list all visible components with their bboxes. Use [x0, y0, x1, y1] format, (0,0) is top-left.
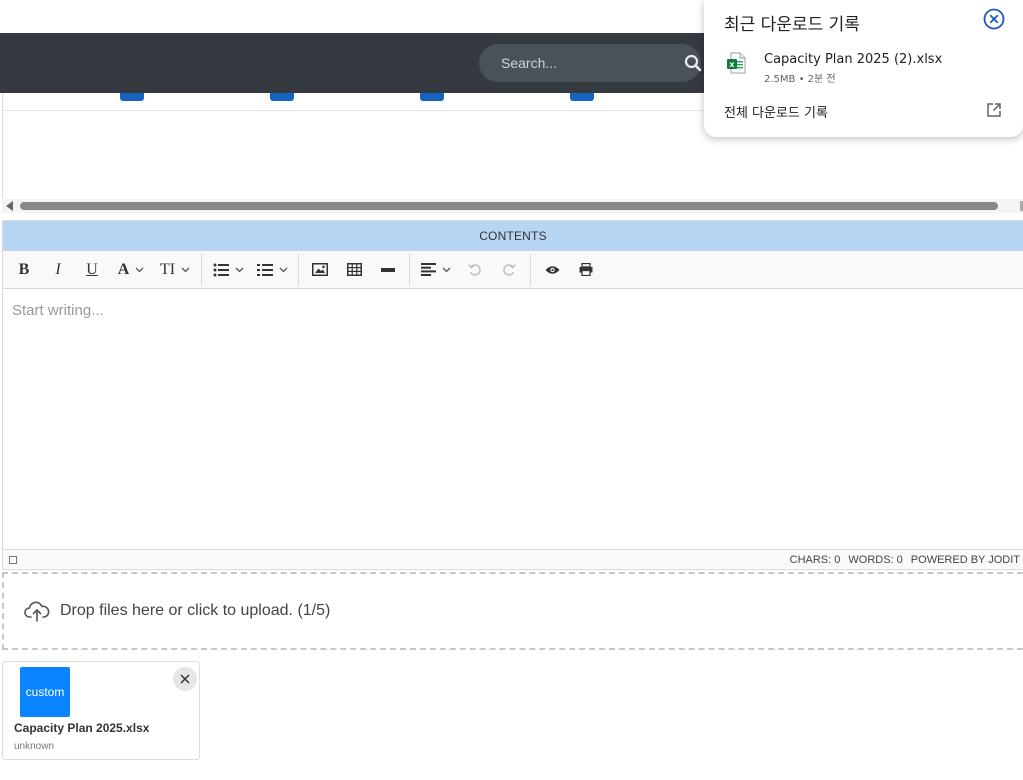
download-file-meta: 2.5MB • 2분 전 — [764, 74, 836, 85]
undo-button[interactable] — [458, 255, 492, 285]
words-count: WORDS: 0 — [848, 553, 903, 566]
toolbar-separator — [298, 253, 299, 286]
uploaded-file-card: custom Capacity Plan 2025.xlsx unknown — [2, 661, 200, 760]
font-size-icon: TI — [159, 260, 176, 278]
preview-button[interactable] — [535, 255, 569, 285]
horizontal-rule-icon — [381, 267, 395, 272]
chevron-down-icon — [135, 267, 144, 272]
all-downloads-link[interactable]: 전체 다운로드 기록 — [724, 102, 828, 121]
chars-count: CHARS: 0 — [789, 553, 841, 566]
toolbar-separator — [201, 253, 202, 286]
scrollbar-thumb[interactable] — [20, 202, 998, 210]
source-toggle-icon[interactable] — [9, 555, 17, 564]
underline-icon: U — [86, 260, 98, 278]
chevron-down-icon — [235, 267, 243, 272]
open-external-icon[interactable] — [986, 102, 1002, 118]
search-input[interactable] — [499, 54, 684, 72]
redo-icon — [503, 263, 516, 276]
downloads-popup: 최근 다운로드 기록 x Capacity Plan 2025 (2).xlsx… — [704, 0, 1023, 137]
align-left-icon — [421, 263, 436, 276]
print-button[interactable] — [569, 255, 603, 285]
close-icon[interactable] — [983, 8, 1005, 30]
file-name: Capacity Plan 2025.xlsx — [14, 721, 150, 735]
chevron-down-icon — [181, 267, 190, 272]
underline-button[interactable]: U — [75, 255, 109, 285]
toolbar-separator — [409, 253, 410, 286]
insert-table-button[interactable] — [337, 255, 371, 285]
eye-icon — [545, 265, 559, 274]
remove-file-button[interactable] — [173, 667, 197, 691]
bullet-list-icon — [213, 263, 229, 276]
powered-by-label[interactable]: POWERED BY JODIT — [911, 554, 1020, 566]
chevron-down-icon — [442, 267, 451, 272]
print-icon — [579, 263, 593, 276]
editor-toolbar: B I U A TI — [3, 251, 1023, 289]
table-icon — [346, 263, 362, 276]
font-color-button[interactable]: A — [109, 255, 153, 285]
svg-text:x: x — [729, 60, 735, 69]
image-icon — [312, 263, 328, 276]
redo-button[interactable] — [492, 255, 526, 285]
numbered-list-icon — [256, 263, 273, 276]
bold-button[interactable]: B — [7, 255, 41, 285]
align-button[interactable] — [414, 255, 458, 285]
font-color-icon: A — [117, 260, 130, 278]
bullet-list-button[interactable] — [206, 255, 250, 285]
undo-icon — [468, 263, 481, 276]
editor-placeholder: Start writing... — [12, 302, 104, 319]
downloads-title: 최근 다운로드 기록 — [724, 15, 860, 35]
dropzone-text: Drop files here or click to upload. (1/5… — [60, 602, 331, 619]
horizontal-rule-button[interactable] — [371, 255, 405, 285]
excel-file-icon: x — [727, 52, 746, 74]
download-file-name[interactable]: Capacity Plan 2025 (2).xlsx — [764, 52, 942, 67]
search-box[interactable] — [479, 44, 702, 82]
editor-header: CONTENTS — [3, 221, 1023, 251]
editor-content-area[interactable]: Start writing... — [3, 289, 1023, 551]
chevron-down-icon — [279, 267, 287, 272]
close-icon — [180, 674, 190, 684]
search-icon[interactable] — [684, 53, 702, 73]
file-thumbnail-label: custom — [25, 685, 65, 699]
italic-button[interactable]: I — [41, 255, 75, 285]
insert-image-button[interactable] — [303, 255, 337, 285]
rich-text-editor: CONTENTS B I U A TI Start writing... CHA… — [2, 220, 1023, 570]
toolbar-separator — [530, 253, 531, 286]
italic-icon: I — [55, 260, 61, 278]
cloud-upload-icon — [24, 601, 50, 622]
file-size: unknown — [14, 741, 55, 752]
font-size-button[interactable]: TI — [153, 255, 197, 285]
numbered-list-button[interactable] — [250, 255, 294, 285]
editor-status-bar: CHARS: 0 WORDS: 0 POWERED BY JODIT — [3, 549, 1023, 569]
file-thumbnail: custom — [20, 667, 70, 717]
file-dropzone[interactable]: Drop files here or click to upload. (1/5… — [2, 572, 1023, 650]
bold-icon: B — [18, 260, 30, 278]
scroll-left-arrow-icon[interactable] — [6, 201, 13, 211]
